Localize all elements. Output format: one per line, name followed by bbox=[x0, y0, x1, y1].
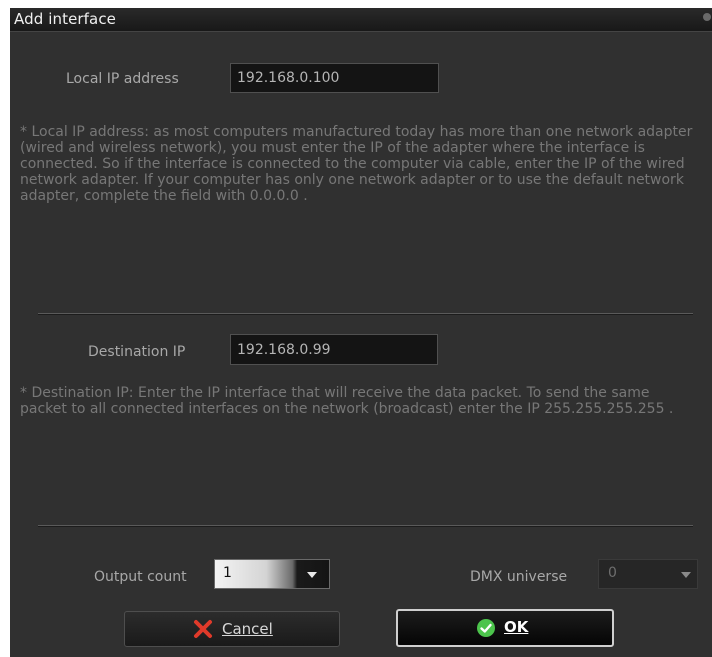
check-circle-icon bbox=[477, 619, 495, 637]
dmx-universe-label: DMX universe bbox=[470, 569, 568, 585]
ok-label: OK bbox=[504, 618, 529, 636]
destination-ip-description: * Destination IP: Enter the IP interface… bbox=[20, 385, 674, 417]
close-icon bbox=[194, 620, 212, 638]
dialog-title: Add interface bbox=[14, 10, 117, 28]
dmx-universe-value: 0 bbox=[608, 565, 617, 581]
ok-button[interactable]: OK bbox=[396, 609, 614, 647]
local-ip-description: * Local IP address: as most computers ma… bbox=[20, 124, 693, 204]
output-count-value: 1 bbox=[223, 565, 232, 581]
destination-ip-label: Destination IP bbox=[88, 344, 186, 360]
output-count-label: Output count bbox=[94, 569, 187, 585]
cancel-button[interactable]: Cancel bbox=[124, 611, 340, 647]
cancel-label: Cancel bbox=[222, 620, 273, 638]
chevron-down-icon bbox=[307, 572, 317, 578]
section-divider-1 bbox=[38, 313, 693, 315]
title-bar[interactable]: Add interface bbox=[10, 8, 712, 32]
window-corner-dot bbox=[703, 13, 711, 21]
chevron-down-icon bbox=[681, 572, 691, 578]
add-interface-dialog: Add interface Local IP address * Local I… bbox=[10, 8, 712, 657]
dmx-universe-dropdown[interactable]: 0 bbox=[598, 559, 698, 589]
output-count-dropdown[interactable]: 1 bbox=[214, 559, 330, 589]
local-ip-label: Local IP address bbox=[66, 71, 179, 87]
local-ip-field[interactable] bbox=[230, 63, 439, 93]
section-divider-2 bbox=[38, 525, 693, 527]
destination-ip-field[interactable] bbox=[230, 334, 438, 365]
